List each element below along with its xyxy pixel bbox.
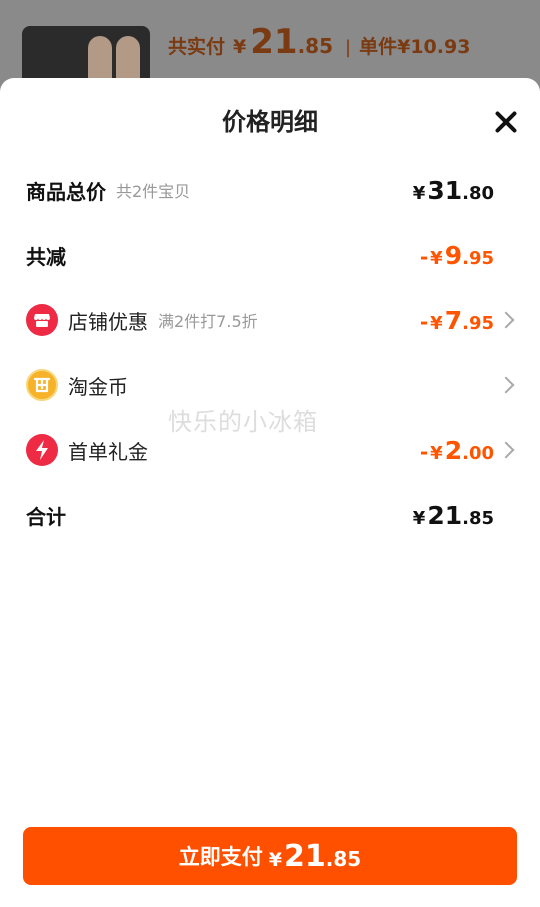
price-detail-sheet: 价格明细 商品总价 共2件宝贝 ¥31.80 共减 - ¥9.95 店铺优惠 满… [0,78,540,907]
reduction-amount: - ¥9.95 [419,240,494,270]
item-total-amount: ¥31.80 [412,175,494,205]
coin-icon [26,369,58,401]
row-total-reduction: 共减 - ¥9.95 [0,231,540,279]
chevron-right-icon [497,441,515,459]
item-count-label: 共2件宝贝 [116,182,191,201]
paid-label: 共实付 [168,36,226,58]
paid-int: 21 [250,22,298,62]
sum-label: 合计 [26,504,66,529]
watermark: 快乐的小冰箱 [168,408,318,436]
paid-currency: ¥ [233,36,247,58]
item-total-label: 商品总价 [26,179,106,204]
lightning-icon [26,434,58,466]
store-discount-amount: - ¥7.95 [419,305,494,335]
reduction-label: 共减 [26,244,66,269]
first-order-label: 首单礼金 [68,439,148,464]
row-store-discount[interactable]: 店铺优惠 满2件打7.5折 - ¥7.95 [0,296,540,344]
sheet-title: 价格明细 [222,108,318,136]
pay-now-amount: ¥21.85 [268,838,362,874]
store-icon [26,304,58,336]
unit-price: ¥10.93 [397,36,471,58]
row-sum: 合计 ¥21.85 [0,491,540,539]
store-discount-rule: 满2件打7.5折 [158,312,258,331]
pay-now-button[interactable]: 立即支付 ¥21.85 [23,827,517,885]
taojinbi-label: 淘金币 [68,374,128,399]
row-item-total: 商品总价 共2件宝贝 ¥31.80 [0,166,540,214]
chevron-right-icon [497,311,515,329]
chevron-right-icon [497,376,515,394]
sum-amount: ¥21.85 [412,500,494,530]
first-order-amount: - ¥2.00 [419,435,494,465]
unit-label: 单件 [359,36,398,58]
background-price-summary: 共实付 ¥ 21 .85 | 单件 ¥10.93 [168,22,470,72]
price-separator: | [345,37,352,58]
pay-now-label: 立即支付 [178,845,263,869]
close-icon[interactable] [492,108,520,136]
store-discount-label: 店铺优惠 [68,309,148,334]
paid-dec: .85 [297,34,334,58]
